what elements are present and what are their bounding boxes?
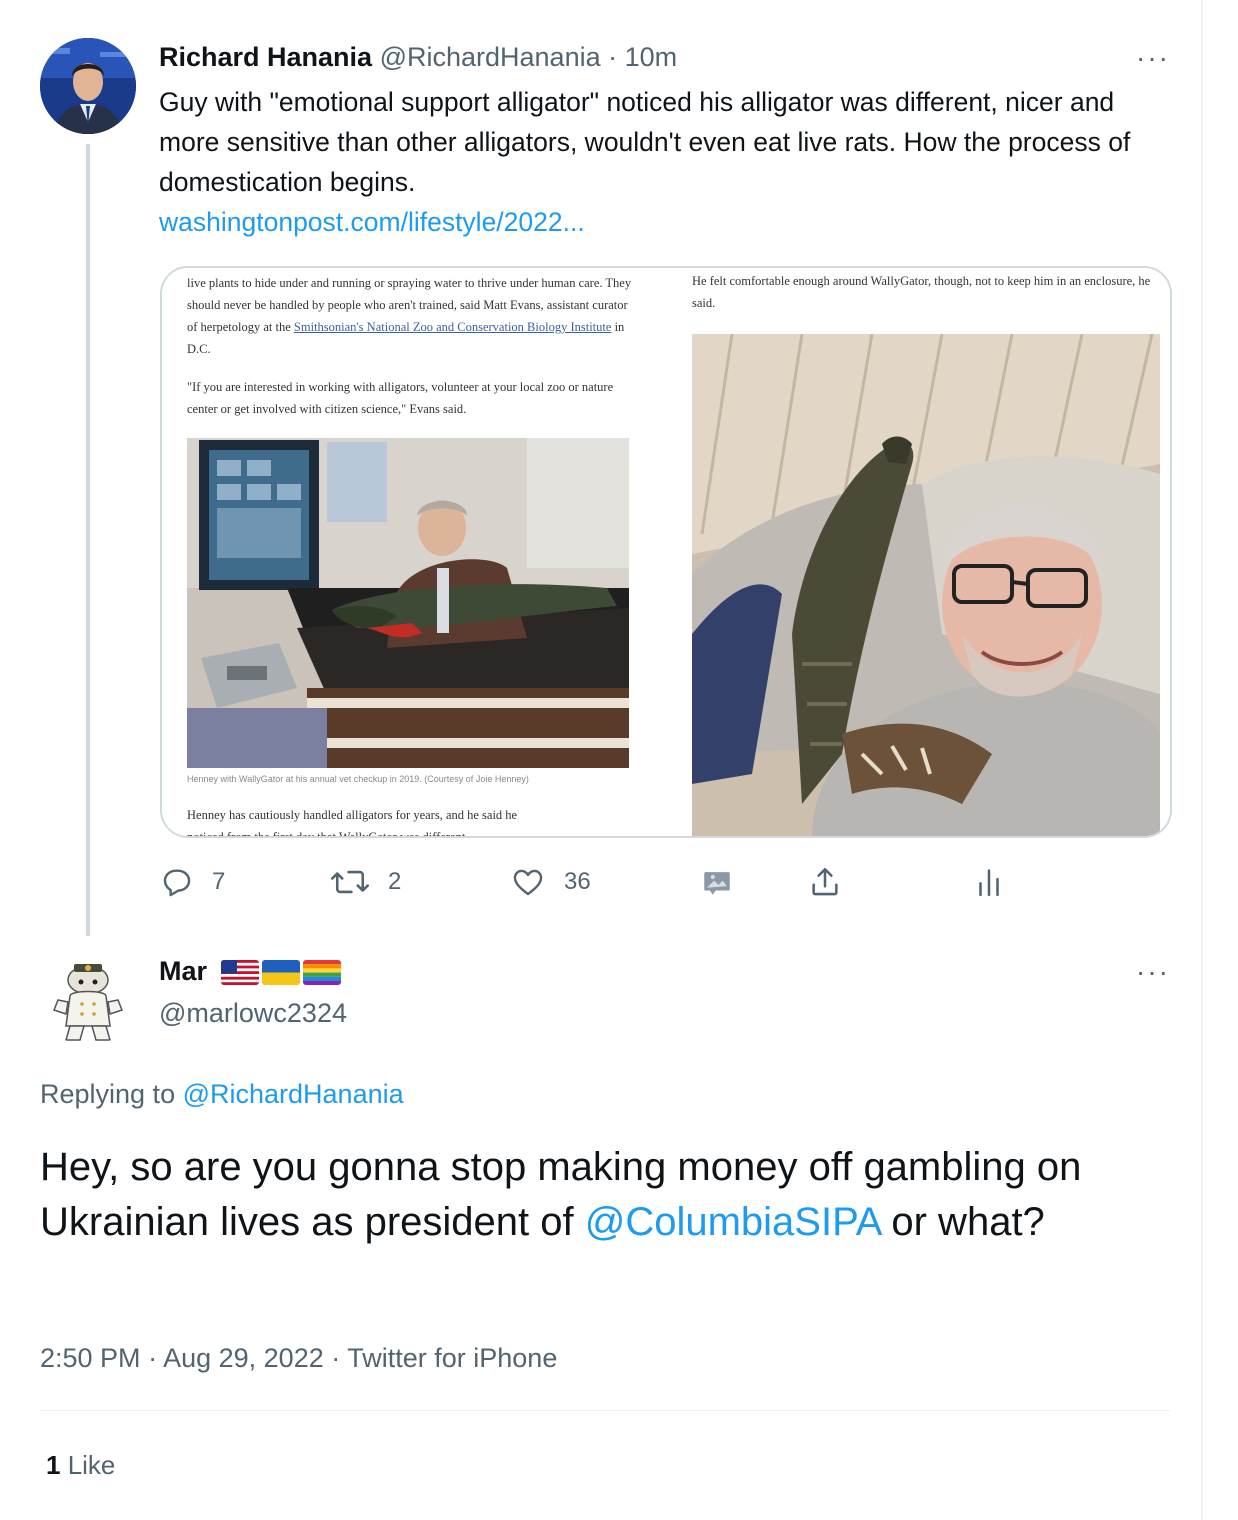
name-flags (221, 960, 341, 985)
reply-author-name[interactable]: Mar (159, 954, 207, 988)
like-icon (510, 865, 546, 899)
tweet-source[interactable]: Twitter for iPhone (347, 1343, 557, 1373)
analytics-action[interactable] (972, 862, 1006, 902)
meta-separator-1: · (140, 1343, 164, 1373)
richard-hanania-avatar[interactable] (40, 38, 136, 134)
separator-dot: · (608, 42, 618, 72)
parent-tweet-header: Richard Hanania @RichardHanania · 10m (159, 40, 677, 74)
media-image-left[interactable]: live plants to hide under and running or… (162, 268, 682, 836)
reply-count: 7 (212, 868, 226, 895)
like-total: 1 (46, 1450, 61, 1480)
share-action[interactable] (808, 862, 842, 902)
like-count: 36 (564, 868, 591, 895)
reply-author-handle[interactable]: @marlowc2324 (159, 996, 347, 1030)
reply-icon (160, 865, 194, 899)
parent-more-icon[interactable]: ··· (1136, 44, 1170, 72)
article-paragraph-3: Henney has cautiously handled alligators… (187, 808, 518, 822)
article-inline-link: Smithsonian's National Zoo and Conservat… (293, 320, 612, 334)
retweet-count: 2 (388, 868, 402, 895)
reply-action[interactable]: 7 (160, 862, 225, 902)
tweet-time[interactable]: 2:50 PM (40, 1343, 141, 1373)
retweet-action[interactable]: 2 (330, 862, 401, 902)
bed-selfie-photo (692, 334, 1160, 836)
reply-more-icon[interactable]: ··· (1136, 958, 1170, 986)
likes-summary[interactable]: 1 Like (46, 1448, 115, 1482)
tweet-metadata: 2:50 PM · Aug 29, 2022 · Twitter for iPh… (40, 1340, 557, 1376)
vet-checkup-photo (187, 438, 629, 768)
like-action[interactable]: 36 (510, 862, 591, 902)
columbia-sipa-mention[interactable]: @ColumbiaSIPA (585, 1200, 881, 1244)
parent-tweet-text: Guy with "emotional support alligator" n… (159, 87, 1131, 197)
replying-to-label: Replying to (40, 1079, 183, 1109)
mar-avatar[interactable] (40, 950, 136, 1046)
replying-to-line: Replying to @RichardHanania (40, 1076, 404, 1112)
thread-connector-line (86, 144, 90, 936)
parent-media-card[interactable]: live plants to hide under and running or… (160, 266, 1172, 838)
article-paragraph-3-cut: noticed from the first day that WallyGat… (187, 826, 637, 836)
reply-tweet-text: Hey, so are you gonna stop making money … (40, 1140, 1190, 1250)
share-icon (808, 865, 842, 899)
article-paragraph-1: live plants to hide under and running or… (187, 272, 637, 360)
parent-author-name[interactable]: Richard Hanania (159, 42, 372, 72)
analytics-icon (972, 865, 1006, 899)
article-right-paragraph: He felt comfortable enough around WallyG… (692, 274, 1151, 310)
retweet-icon (330, 865, 370, 899)
photo-caption: Henney with WallyGator at his annual vet… (187, 774, 529, 784)
media-action[interactable] (700, 862, 734, 902)
parent-timestamp[interactable]: 10m (625, 42, 678, 72)
reply-text-part-b: or what? (880, 1200, 1045, 1244)
ukraine-flag-icon (262, 960, 300, 985)
parent-article-link[interactable]: washingtonpost.com/lifestyle/2022... (159, 202, 585, 242)
replying-to-mention[interactable]: @RichardHanania (183, 1079, 404, 1109)
meta-separator-2: · (323, 1343, 348, 1373)
us-flag-icon (221, 960, 259, 985)
divider (40, 1410, 1170, 1411)
like-label: Like (60, 1450, 116, 1480)
rainbow-flag-icon (303, 960, 341, 985)
article-paragraph-2: "If you are interested in working with a… (187, 380, 614, 416)
tweet-date[interactable]: Aug 29, 2022 (163, 1343, 324, 1373)
media-image-right[interactable]: He felt comfortable enough around WallyG… (685, 268, 1170, 836)
media-icon (700, 865, 734, 899)
parent-author-handle[interactable]: @RichardHanania (380, 42, 601, 72)
timeline-border (1201, 0, 1203, 1520)
